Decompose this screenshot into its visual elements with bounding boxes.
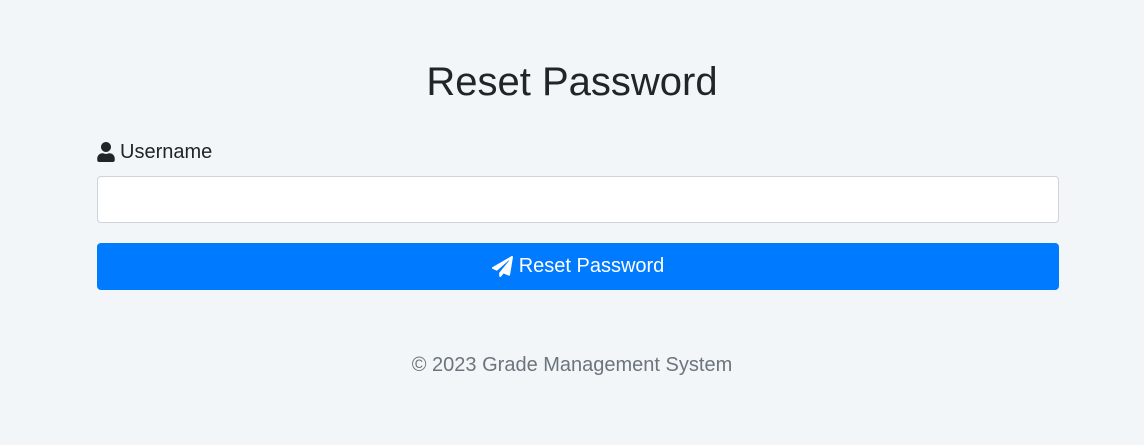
username-input[interactable] <box>97 176 1059 223</box>
reset-password-button[interactable]: Reset Password <box>97 243 1059 290</box>
username-label-text: Username <box>120 140 213 163</box>
footer-copyright: © 2023 Grade Management System <box>411 354 733 376</box>
username-label: Username <box>97 140 212 164</box>
paper-plane-icon <box>491 256 513 277</box>
page-title: Reset Password <box>426 60 718 104</box>
user-icon <box>97 142 115 162</box>
reset-password-button-label: Reset Password <box>518 255 665 277</box>
